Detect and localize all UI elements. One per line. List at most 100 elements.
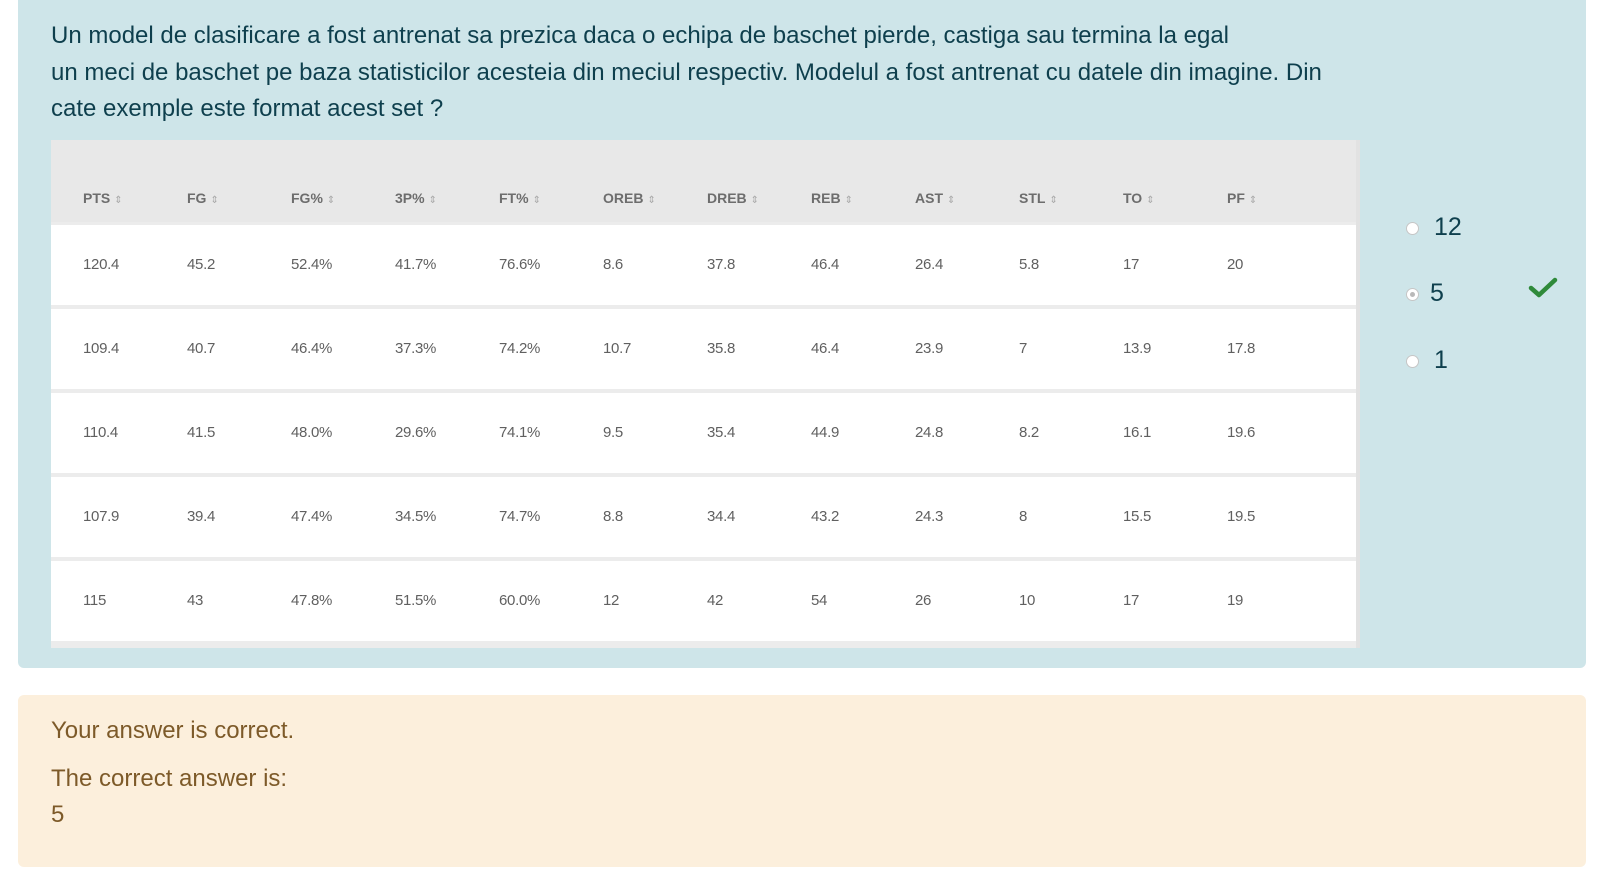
table-cell: 7 xyxy=(1019,340,1028,357)
table-cell: 42 xyxy=(707,592,724,609)
table-cell: 43 xyxy=(187,592,204,609)
table-cell: 74.2% xyxy=(499,340,541,357)
table-cell: 109.4 xyxy=(83,340,120,357)
question-text: Un model de clasificare a fost antrenat … xyxy=(51,18,1411,128)
column-header-dreb: DREB ⇕ xyxy=(707,190,759,206)
table-cell: 24.3 xyxy=(915,508,943,525)
sort-icon: ⇕ xyxy=(326,195,336,206)
table-cell: 46.4 xyxy=(811,340,839,357)
feedback-panel: Your answer is correct. The correct answ… xyxy=(18,695,1586,867)
question-line: un meci de baschet pe baza statisticilor… xyxy=(51,58,1322,86)
column-header-reb: REB ⇕ xyxy=(811,190,853,206)
table-cell: 17 xyxy=(1123,592,1140,609)
sort-icon: ⇕ xyxy=(1049,195,1058,206)
table-cell: 20 xyxy=(1227,256,1244,273)
radio-button-selected[interactable] xyxy=(1406,288,1419,301)
table-header-row: PTS ⇕ FG ⇕ FG% ⇕ 3P% ⇕ FT% ⇕ OREB ⇕ DREB ⇕ REB ⇕ AST ⇕ STL… xyxy=(51,140,1356,222)
column-header-label: FG xyxy=(187,190,207,206)
table-cell: 9.5 xyxy=(603,424,623,441)
table-row: 109.4 40.7 46.4% 37.3% 74.2% 10.7 35.8 46.4 23.9… xyxy=(51,309,1356,389)
table-cell: 19.5 xyxy=(1227,508,1255,525)
sort-icon: ⇕ xyxy=(428,195,437,206)
table-cell: 15.5 xyxy=(1123,508,1151,525)
option-label[interactable]: 1 xyxy=(1434,346,1448,375)
table-cell: 35.8 xyxy=(707,340,735,357)
correct-answer-value: 5 xyxy=(51,801,65,828)
table-cell: 8 xyxy=(1019,508,1028,525)
table-cell: 107.9 xyxy=(83,508,120,525)
column-header-pf: PF ⇕ xyxy=(1227,190,1257,206)
column-header-label: TO xyxy=(1123,190,1143,206)
question-line: cate exemple este format acest set ? xyxy=(51,95,444,122)
sort-icon: ⇕ xyxy=(947,195,956,206)
column-header-to: TO ⇕ xyxy=(1123,190,1155,206)
column-header-stl: STL ⇕ xyxy=(1019,190,1058,206)
table-cell: 5.8 xyxy=(1019,256,1039,273)
table-cell: 26 xyxy=(915,592,932,609)
check-icon xyxy=(1528,277,1558,298)
question-line: Un model de clasificare a fost antrenat … xyxy=(51,22,1230,49)
table-cell: 24.8 xyxy=(915,424,943,441)
table-cell: 60.0% xyxy=(499,592,541,609)
table-cell: 35.4 xyxy=(707,424,735,441)
sort-icon: ⇕ xyxy=(114,195,123,206)
sort-icon: ⇕ xyxy=(1248,195,1258,206)
table-cell: 10 xyxy=(1019,592,1036,609)
table-cell: 10.7 xyxy=(603,340,631,357)
sort-icon: ⇕ xyxy=(647,195,656,206)
table-cell: 17.8 xyxy=(1227,340,1255,357)
table-cell: 8.8 xyxy=(603,508,623,525)
table-cell: 47.8% xyxy=(291,592,333,609)
table-cell: 74.1% xyxy=(499,424,541,441)
column-header-label: STL xyxy=(1019,190,1046,206)
table-cell: 17 xyxy=(1123,256,1140,273)
table-cell: 47.4% xyxy=(291,508,333,525)
table-cell: 34.4 xyxy=(707,508,735,525)
column-header-label: DREB xyxy=(707,190,747,206)
column-header-ft-pct: FT% ⇕ xyxy=(499,190,541,206)
option-label[interactable]: 12 xyxy=(1434,213,1462,242)
option-label[interactable]: 5 xyxy=(1430,279,1444,308)
column-header-label: REB xyxy=(811,190,841,206)
table-cell: 48.0% xyxy=(291,424,333,441)
table-row: 107.9 39.4 47.4% 34.5% 74.7% 8.8 34.4 43.2 24.3 8… xyxy=(51,477,1356,557)
question-panel: Un model de clasificare a fost antrenat … xyxy=(18,0,1586,668)
table-cell: 19 xyxy=(1227,592,1244,609)
table-cell: 13.9 xyxy=(1123,340,1151,357)
column-header-3p-pct: 3P% ⇕ xyxy=(395,190,437,206)
radio-button[interactable] xyxy=(1406,222,1419,235)
table-cell: 74.7% xyxy=(499,508,541,525)
table-cell: 37.3% xyxy=(395,340,437,357)
table-cell: 12 xyxy=(603,592,620,609)
column-header-label: FT% xyxy=(499,190,529,206)
column-header-label: 3P% xyxy=(395,190,425,206)
table-cell: 37.8 xyxy=(707,256,735,273)
table-cell: 51.5% xyxy=(395,592,437,609)
column-header-label: PF xyxy=(1227,190,1245,206)
table-row: 120.4 45.2 52.4% 41.7% 76.6% 8.6 37.8 46.4 26.4 5… xyxy=(51,225,1356,305)
table-cell: 8.2 xyxy=(1019,424,1039,441)
table-cell: 115 xyxy=(83,592,107,609)
table-cell: 43.2 xyxy=(811,508,839,525)
table-cell: 41.5 xyxy=(187,424,215,441)
column-header-label: PTS xyxy=(83,190,111,206)
option-1[interactable]: 1 xyxy=(1396,341,1596,381)
table-cell: 34.5% xyxy=(395,508,437,525)
option-12[interactable]: 12 xyxy=(1396,208,1596,248)
sort-icon: ⇕ xyxy=(210,195,219,206)
table-cell: 40.7 xyxy=(187,340,215,357)
radio-button[interactable] xyxy=(1406,355,1419,368)
table-cell: 19.6 xyxy=(1227,424,1255,441)
table-cell: 16.1 xyxy=(1123,424,1151,441)
option-5[interactable]: 5 xyxy=(1396,274,1596,314)
table-cell: 120.4 xyxy=(83,256,120,273)
table-cell: 46.4% xyxy=(291,340,333,357)
sort-icon: ⇕ xyxy=(532,195,541,206)
table-cell: 54 xyxy=(811,592,828,609)
column-header-label: AST xyxy=(915,190,943,206)
table-cell: 23.9 xyxy=(915,340,943,357)
table-cell: 41.7% xyxy=(395,256,437,273)
column-header-label: OREB xyxy=(603,190,644,206)
column-header-fg-pct: FG% ⇕ xyxy=(291,190,335,206)
correct-answer-intro: The correct answer is: xyxy=(51,765,288,792)
